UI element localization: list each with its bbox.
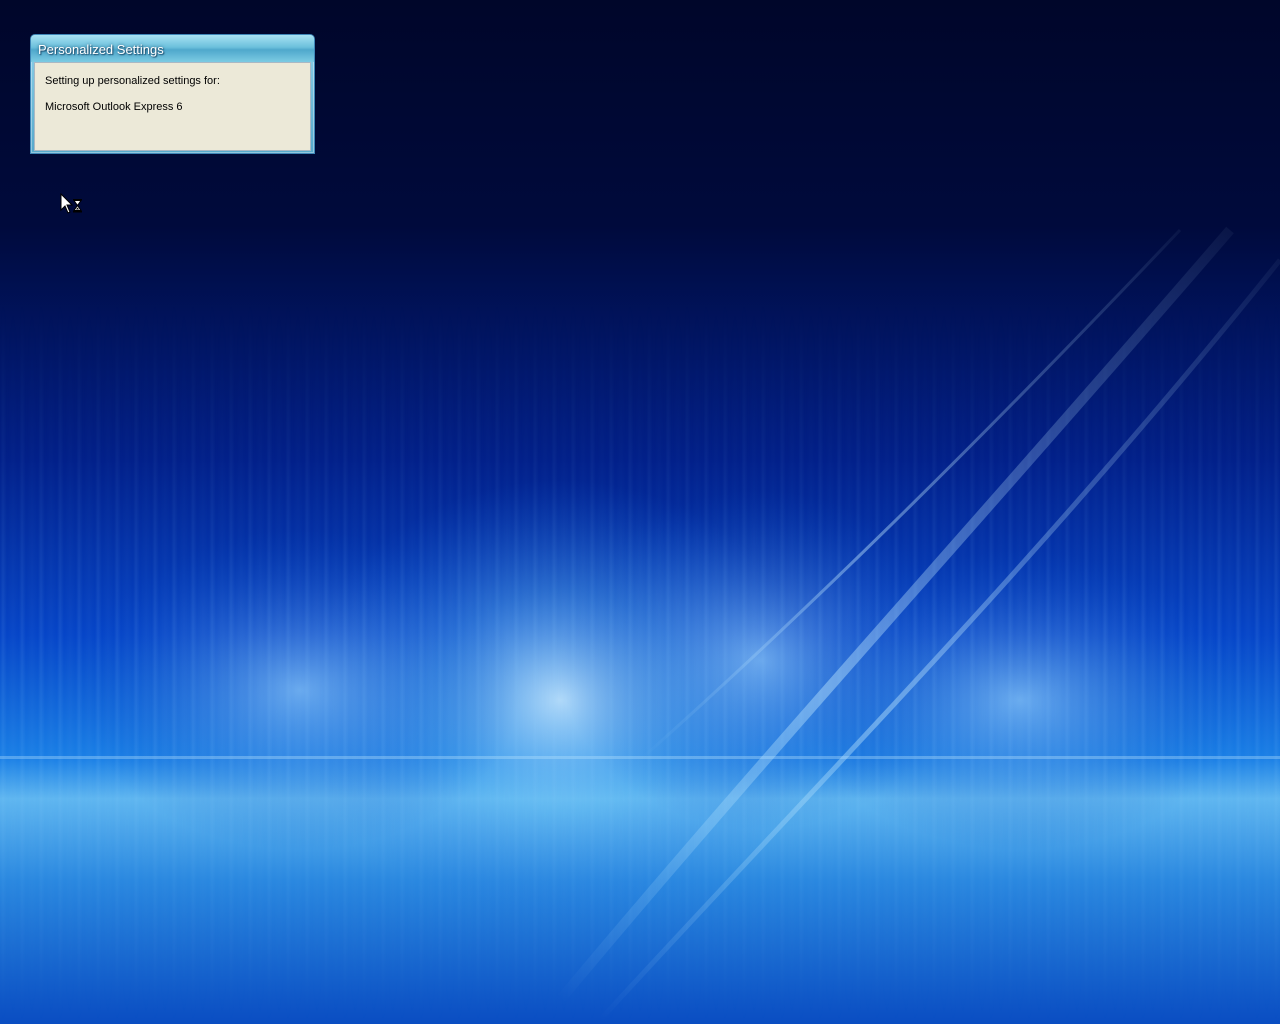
light-streaks bbox=[0, 300, 1280, 1024]
dialog-body: Setting up personalized settings for: Mi… bbox=[34, 62, 311, 151]
setup-message: Setting up personalized settings for: bbox=[45, 75, 220, 87]
personalized-settings-dialog: Personalized Settings Setting up persona… bbox=[30, 34, 315, 154]
dialog-title: Personalized Settings bbox=[38, 42, 164, 57]
desktop: Personalized Settings Setting up persona… bbox=[0, 0, 1280, 1024]
busy-arrow-icon bbox=[60, 193, 82, 214]
dialog-titlebar[interactable]: Personalized Settings bbox=[31, 35, 314, 62]
component-name: Microsoft Outlook Express 6 bbox=[45, 101, 183, 113]
